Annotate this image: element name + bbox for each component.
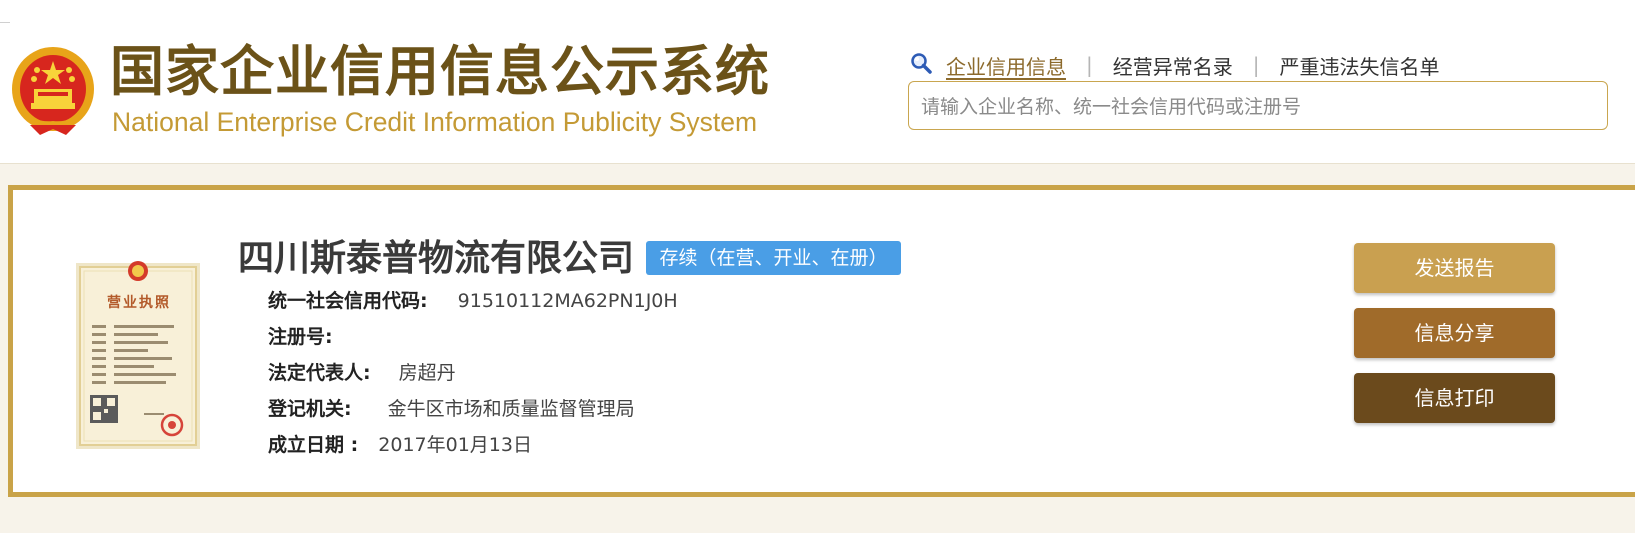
registration-authority-label: 登记机关: [268, 398, 352, 420]
nav-enterprise-credit-info[interactable]: 企业信用信息 [946, 51, 1066, 80]
nav-serious-violation-list[interactable]: 严重违法失信名单 [1280, 51, 1440, 80]
legal-representative-value: 房超丹 [398, 362, 456, 384]
site-title-en: National Enterprise Credit Information P… [112, 107, 758, 137]
info-row-credit-code: 统一社会信用代码: 91510112MA62PN1J0H [268, 286, 678, 316]
registration-authority-value: 金牛区市场和质量监督管理局 [387, 398, 635, 420]
status-badge: 存续（在营、开业、在册） [646, 241, 901, 275]
search-icon[interactable] [910, 52, 932, 74]
nav-separator: | [1086, 53, 1093, 77]
license-title: 营业执照 [107, 295, 171, 311]
info-row-legal-representative: 法定代表人: 房超丹 [268, 358, 456, 388]
business-license-thumbnail[interactable] [74, 253, 202, 449]
info-row-registration-authority: 登记机关: 金牛区市场和质量监督管理局 [268, 394, 635, 424]
nav-abnormal-operation-list[interactable]: 经营异常名录 [1113, 51, 1233, 80]
corner-mark [0, 22, 10, 23]
share-info-button[interactable]: 信息分享 [1354, 308, 1555, 358]
search-input[interactable] [919, 90, 1563, 124]
send-report-button[interactable]: 发送报告 [1354, 243, 1555, 293]
credit-code-label: 统一社会信用代码: [268, 290, 428, 312]
info-row-establishment-date: 成立日期 : 2017年01月13日 [268, 430, 532, 460]
establishment-date-value: 2017年01月13日 [378, 434, 532, 456]
legal-representative-label: 法定代表人: [268, 362, 371, 384]
site-header: 国家企业信用信息公示系统 National Enterprise Credit … [0, 0, 1635, 164]
top-nav: 企业信用信息 | 经营异常名录 | 严重违法失信名单 [946, 50, 1440, 80]
registration-number-label: 注册号: [268, 326, 333, 348]
info-row-registration-number: 注册号: [268, 322, 363, 352]
national-emblem-icon [12, 47, 94, 135]
company-name: 四川斯泰普物流有限公司 [238, 238, 635, 279]
establishment-date-label: 成立日期 : [268, 434, 359, 456]
credit-code-value: 91510112MA62PN1J0H [457, 290, 678, 312]
search-box [908, 81, 1608, 130]
site-title-zh: 国家企业信用信息公示系统 [110, 40, 770, 103]
nav-separator: | [1252, 53, 1260, 77]
print-info-button[interactable]: 信息打印 [1354, 373, 1555, 423]
